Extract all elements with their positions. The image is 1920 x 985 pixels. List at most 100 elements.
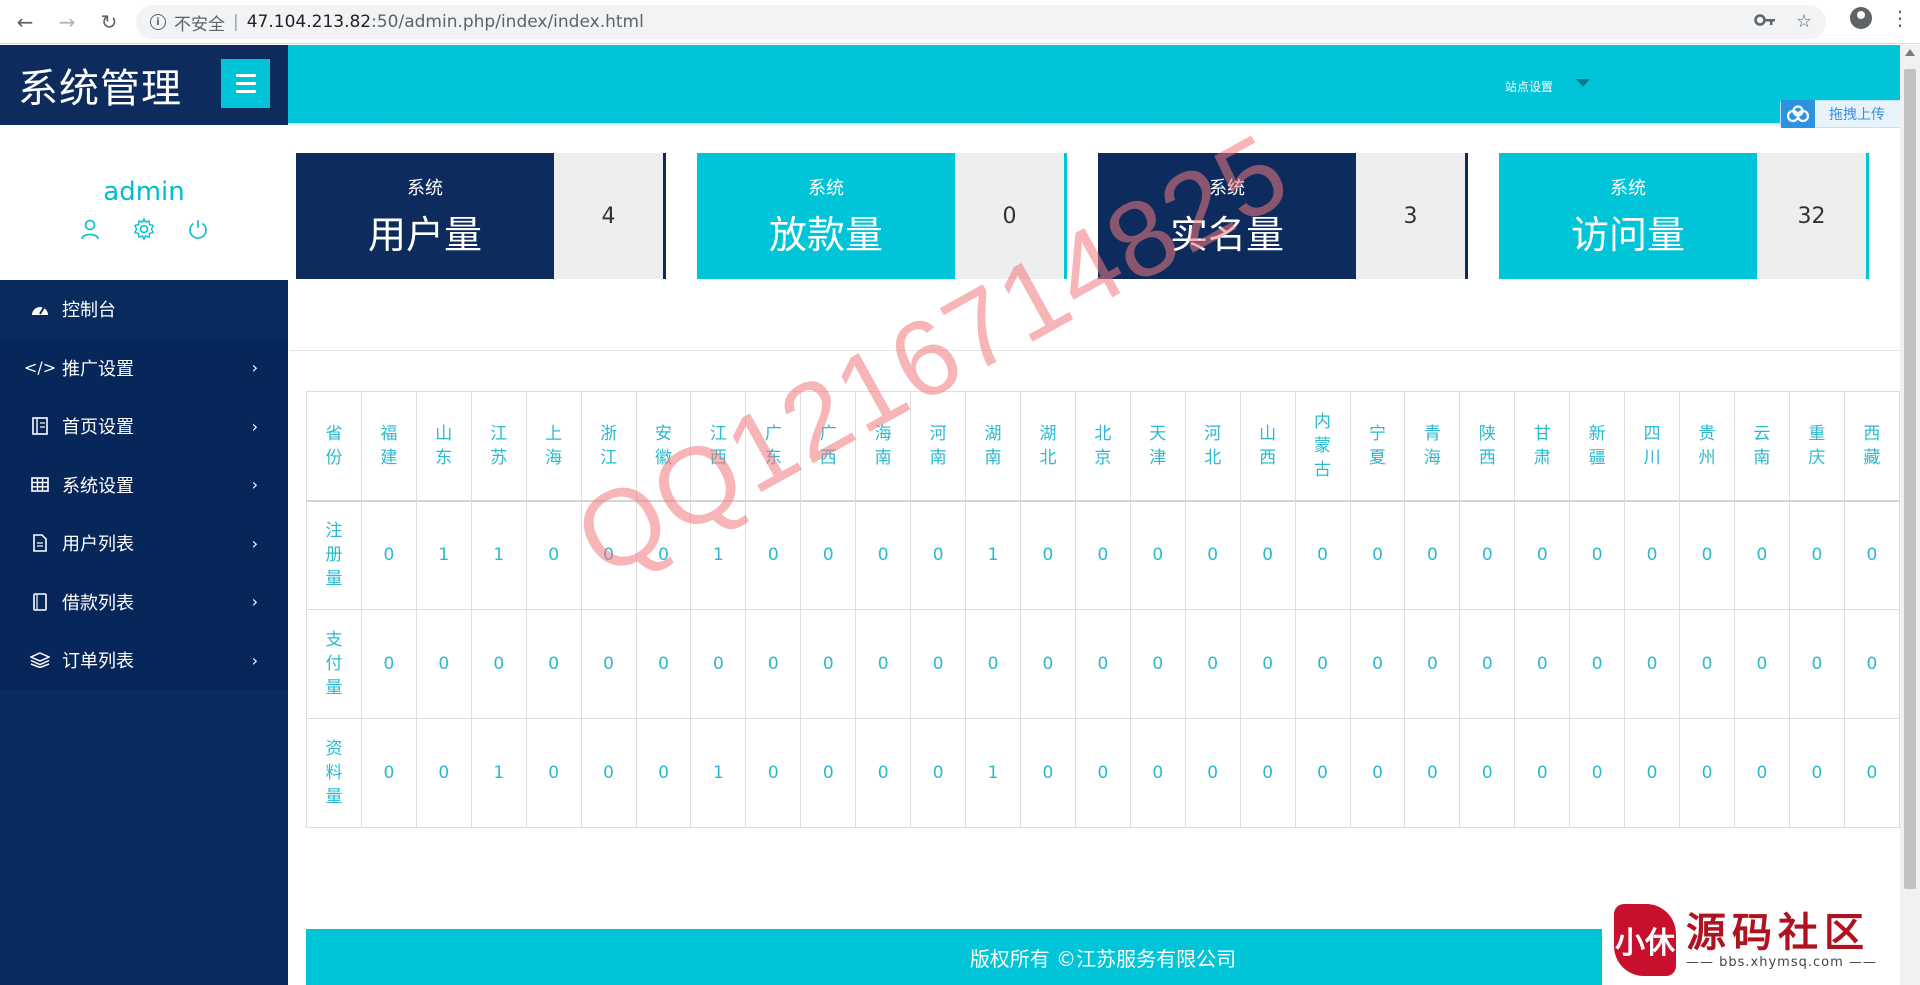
table-header-row: 省份 福建 山东 江苏 上海 浙江 安徽 江西 广东 广西 海南 河南 湖南 湖北 北京 天津 河北 山西 内蒙古宁… (306, 391, 1900, 501)
user-panel: admin (0, 125, 288, 280)
table-cell: 0 (745, 718, 802, 828)
sidebar-item-homepage[interactable]: 首页设置 › (0, 397, 288, 456)
province-header-cell: 西藏 (1843, 391, 1900, 501)
sidebar-item-label: 控制台 (62, 300, 116, 322)
sidebar-item-user-list[interactable]: 用户列表 › (0, 514, 288, 573)
sidebar-item-order-list[interactable]: 订单列表 › (0, 631, 288, 690)
stat-value: 32 (1757, 153, 1866, 279)
section-divider (290, 350, 1900, 351)
power-logout-icon[interactable] (186, 217, 210, 241)
table-cell: 0 (1788, 609, 1845, 719)
table-cell: 0 (1184, 500, 1241, 610)
brand-title: 系统管理 (18, 66, 182, 112)
table-cell: 0 (1404, 609, 1461, 719)
table-cell: 0 (745, 609, 802, 719)
province-table-container[interactable]: 省份 福建 山东 江苏 上海 浙江 安徽 江西 广东 广西 海南 河南 湖南 湖北 北京 天津 河北 山西 内蒙古宁… (306, 391, 1900, 829)
province-header-cell: 新疆 (1569, 391, 1626, 501)
scroll-up-arrow-icon[interactable] (1905, 49, 1915, 56)
sidebar-item-loan-list[interactable]: 借款列表 › (0, 573, 288, 632)
table-cell: 0 (1569, 500, 1626, 610)
scrollbar-thumb[interactable] (1904, 69, 1916, 889)
url-text[interactable]: 47.104.213.82:50/admin.php/index/index.h… (247, 12, 644, 32)
key-icon[interactable] (1754, 11, 1776, 34)
table-cell: 0 (1569, 609, 1626, 719)
table-row: 注册量 0 1 1 0 0 0 1 0 0 0 0 1 0 0 0 0 0 0 0 0 0 0 0 0 0 0 0 0 (306, 500, 1900, 610)
table-cell: 0 (1843, 609, 1900, 719)
table-cell: 0 (1074, 718, 1131, 828)
row-label-cell: 资料量 (306, 718, 362, 828)
table-cell: 0 (690, 609, 747, 719)
table-cell: 0 (1843, 500, 1900, 610)
stat-sub-label: 系统 (808, 177, 844, 199)
sidebar-item-dashboard[interactable]: 控制台 (0, 280, 288, 339)
table-cell: 0 (910, 718, 967, 828)
stat-sub-label: 系统 (407, 177, 443, 199)
table-cell: 0 (1294, 609, 1351, 719)
table-cell: 0 (855, 609, 912, 719)
province-header-cell: 山西 (1239, 391, 1296, 501)
chevron-right-icon: › (251, 533, 258, 553)
table-cell: 0 (1129, 718, 1186, 828)
chevron-right-icon: › (251, 475, 258, 495)
stat-card-visits: 系统 访问量 32 (1499, 153, 1869, 279)
upload-label: 拖拽上传 (1829, 107, 1885, 123)
stat-sub-label: 系统 (1610, 177, 1646, 199)
province-header-cell: 云南 (1733, 391, 1790, 501)
page-scrollbar[interactable] (1900, 45, 1920, 985)
table-cell: 0 (1239, 718, 1296, 828)
chevron-right-icon: › (251, 358, 258, 378)
table-cell: 0 (1514, 718, 1571, 828)
menu-toggle-button[interactable] (221, 59, 270, 108)
sidebar-item-label: 首页设置 (62, 417, 134, 439)
table-cell: 0 (1349, 500, 1406, 610)
sidebar-item-system-settings[interactable]: 系统设置 › (0, 456, 288, 515)
province-header-cell: 河北 (1184, 391, 1241, 501)
table-cell: 0 (910, 500, 967, 610)
dashboard-icon (28, 301, 52, 317)
url-host: 47.104.213.82 (246, 12, 372, 32)
stat-card-main: 系统 放款量 (697, 153, 955, 279)
info-icon[interactable]: i (150, 14, 166, 30)
stat-label: 访问量 (1570, 212, 1685, 257)
site-settings-dropdown[interactable]: 站点设置 (1505, 78, 1553, 95)
bookmark-star-icon[interactable]: ☆ (1796, 11, 1812, 34)
user-profile-icon[interactable] (78, 217, 102, 241)
back-arrow-icon[interactable]: ← (8, 5, 42, 39)
table-cell: 0 (1514, 609, 1571, 719)
forum-logo: 小休 源码社区 —— bbs.xhymsq.com —— (1602, 895, 1920, 985)
settings-gear-icon[interactable] (132, 217, 156, 241)
more-menu-icon[interactable]: ⋮ (1890, 6, 1910, 30)
stat-card-main: 系统 用户量 (296, 153, 554, 279)
stat-label: 用户量 (367, 212, 482, 257)
province-header-cell: 陕西 (1459, 391, 1516, 501)
drag-upload-widget[interactable]: 拖拽上传 (1780, 100, 1908, 128)
user-name: admin (103, 177, 185, 207)
table-cell: 1 (965, 718, 1021, 828)
province-header-cell: 内蒙古 (1294, 391, 1351, 501)
table-cell: 0 (965, 609, 1021, 719)
address-bar[interactable]: i 不安全 | 47.104.213.82:50/admin.php/index… (136, 5, 1826, 39)
book-icon (28, 417, 52, 436)
profile-avatar-icon[interactable] (1850, 7, 1872, 29)
table-cell: 0 (360, 718, 417, 828)
security-label: 不安全 (174, 14, 225, 35)
table-cell: 0 (1733, 718, 1790, 828)
file-icon (28, 534, 52, 553)
province-header-cell: 北京 (1074, 391, 1131, 501)
table-cell: 0 (1019, 609, 1076, 719)
table-cell: 0 (1788, 718, 1845, 828)
table-cell: 0 (1459, 718, 1516, 828)
forward-arrow-icon[interactable]: → (50, 5, 84, 39)
sidebar-menu: 控制台 </> 推广设置 › 首页设置 › 系统设置 › 用户列表 › 借款列表… (0, 280, 288, 690)
chevron-down-icon[interactable] (1576, 79, 1590, 87)
province-header-cell: 江苏 (470, 391, 527, 501)
table-cell: 0 (635, 609, 692, 719)
table-cell: 0 (800, 609, 857, 719)
table-cell: 0 (635, 718, 692, 828)
reload-icon[interactable]: ↻ (92, 5, 126, 39)
table-cell: 0 (1294, 718, 1351, 828)
table-cell: 0 (1294, 500, 1351, 610)
sidebar-item-promotion[interactable]: </> 推广设置 › (0, 339, 288, 398)
table-cell: 0 (1733, 609, 1790, 719)
province-header-cell: 湖北 (1019, 391, 1076, 501)
